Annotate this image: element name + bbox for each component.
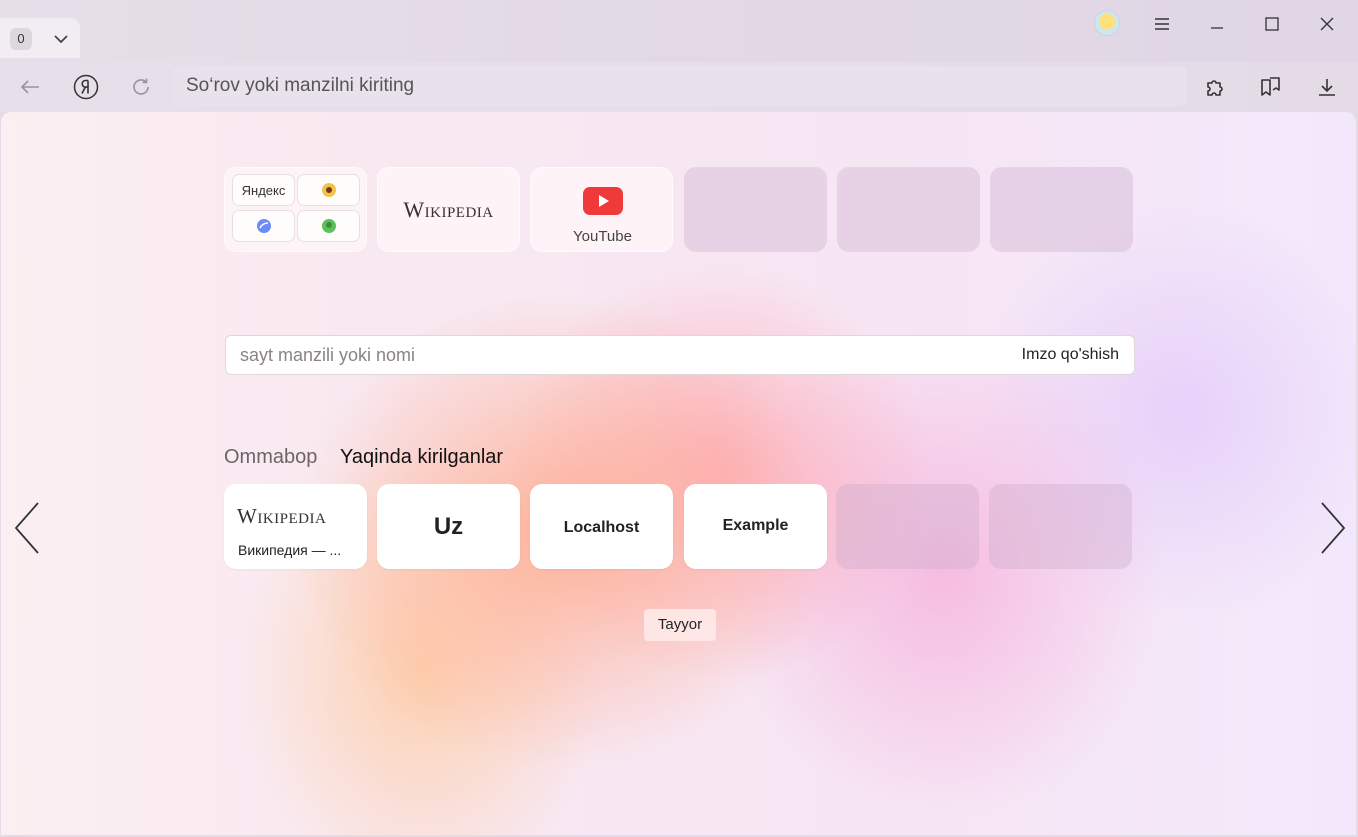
tab-popular[interactable]: Ommabop	[224, 446, 317, 469]
tab-count-badge[interactable]: 0	[10, 28, 32, 50]
bookmarks-icon[interactable]	[1254, 70, 1288, 104]
address-bar[interactable]: So‘rov yoki manzilni kiriting	[172, 66, 1187, 106]
site-search-box: Imzo qo'shish	[225, 335, 1135, 375]
recent-tile-empty-2[interactable]	[989, 484, 1132, 569]
recent-tile-title: Localhost	[563, 519, 640, 536]
title-bar: 0	[0, 0, 1358, 62]
tile-empty-3[interactable]	[990, 167, 1133, 252]
recent-tile-empty-1[interactable]	[836, 484, 979, 569]
youtube-icon	[583, 187, 623, 215]
back-arrow-icon[interactable]	[13, 70, 47, 104]
tile-wikipedia[interactable]: Wikipedia	[377, 167, 520, 252]
zen-icon[interactable]	[297, 174, 360, 206]
wikipedia-logo: Wikipedia	[237, 504, 327, 528]
recent-tile-uz[interactable]: Uz	[377, 484, 520, 569]
puzzle-icon[interactable]	[1199, 70, 1233, 104]
avatar-icon[interactable]	[1094, 10, 1120, 36]
hamburger-menu-icon[interactable]	[1144, 8, 1180, 40]
next-arrow-icon[interactable]	[1315, 500, 1351, 556]
add-signature-button[interactable]: Imzo qo'shish	[1022, 346, 1119, 364]
tab-recent[interactable]: Yaqinda kirilganlar	[340, 446, 503, 469]
site-search-input[interactable]	[226, 336, 986, 374]
youtube-label: YouTube	[573, 228, 632, 245]
wikipedia-logo: Wikipedia	[403, 196, 494, 222]
recent-tile-caption: Википедия — ...	[238, 542, 342, 558]
maximize-icon[interactable]	[1254, 8, 1290, 40]
toolbar: So‘rov yoki manzilni kiriting	[0, 62, 1358, 112]
minimize-icon[interactable]	[1199, 8, 1235, 40]
messenger-icon[interactable]	[232, 210, 295, 242]
reload-icon[interactable]	[124, 70, 158, 104]
tab-group[interactable]: 0	[0, 18, 80, 58]
yandex-logo-icon[interactable]	[69, 70, 103, 104]
download-icon[interactable]	[1310, 70, 1344, 104]
games-icon[interactable]	[297, 210, 360, 242]
mini-tile-yandex[interactable]: Яндекс	[232, 174, 295, 206]
tile-empty-1[interactable]	[684, 167, 827, 252]
done-button[interactable]: Tayyor	[644, 609, 716, 641]
recent-tile-title: Example	[722, 517, 789, 534]
tile-empty-2[interactable]	[837, 167, 980, 252]
recent-tile-localhost[interactable]: Localhost	[530, 484, 673, 569]
recent-tile-example[interactable]: Example	[684, 484, 827, 569]
chevron-down-icon[interactable]	[50, 28, 72, 50]
new-tab-page: Яндекс Wikipedia YouTube Imzo qo'shish O…	[1, 112, 1356, 835]
tile-group[interactable]: Яндекс	[224, 167, 367, 252]
close-icon[interactable]	[1309, 8, 1345, 40]
recent-tile-title: Uz	[433, 512, 464, 540]
prev-arrow-icon[interactable]	[9, 500, 45, 556]
tile-youtube[interactable]: YouTube	[530, 167, 673, 252]
yandex-text: Яндекс	[241, 182, 286, 198]
recent-tile-wikipedia[interactable]: Wikipedia Википедия — ...	[224, 484, 367, 569]
